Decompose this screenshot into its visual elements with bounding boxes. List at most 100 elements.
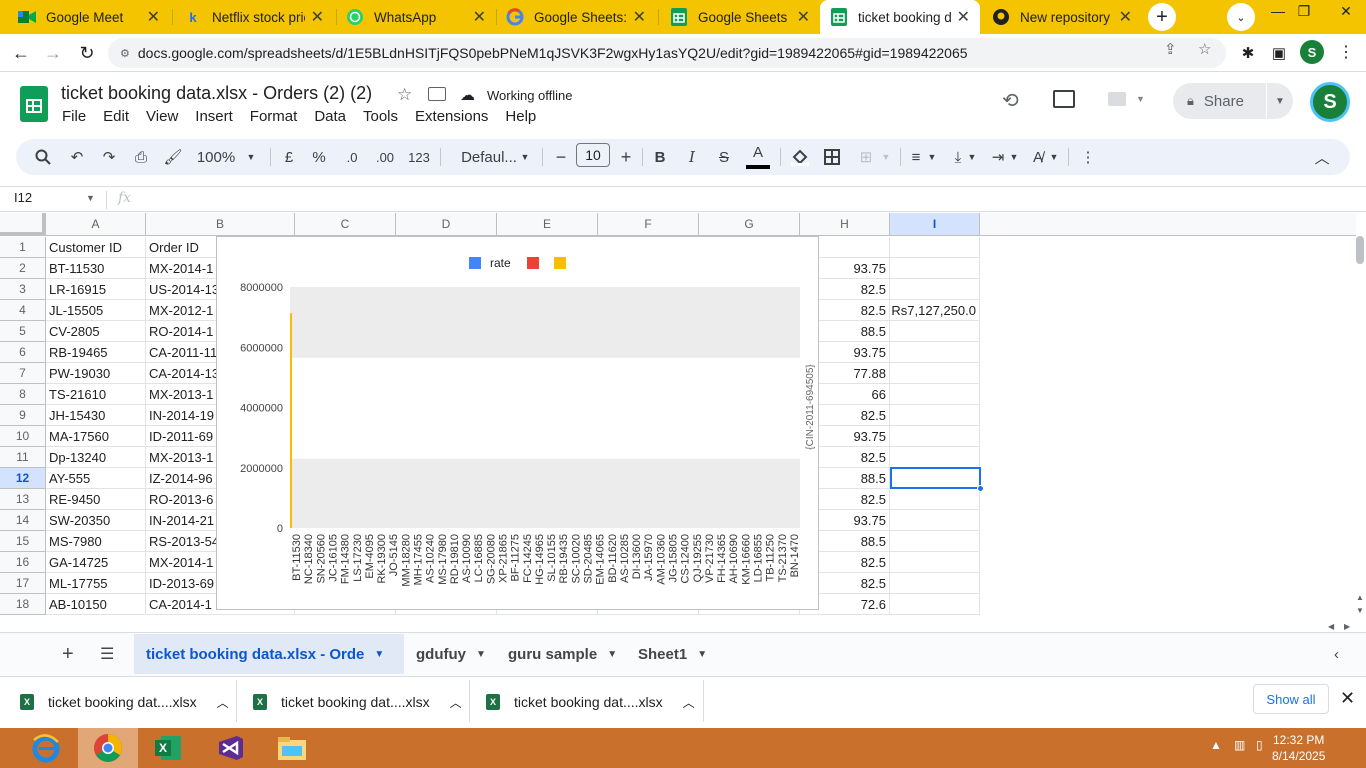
cell-i[interactable] bbox=[890, 489, 980, 510]
sheet-tab-caret-icon[interactable]: ▼ bbox=[607, 649, 617, 660]
text-color-button[interactable]: A bbox=[746, 139, 770, 169]
cell-i[interactable] bbox=[890, 321, 980, 342]
undo-icon[interactable]: ↶ bbox=[66, 139, 88, 175]
sheet-tab-caret-icon[interactable]: ▼ bbox=[374, 649, 384, 660]
column-header-i[interactable]: I bbox=[890, 213, 980, 236]
new-tab-button[interactable]: + bbox=[1148, 3, 1176, 31]
row-header[interactable]: 9 bbox=[0, 405, 46, 426]
wrap-caret-icon[interactable]: ▼ bbox=[1008, 139, 1020, 175]
name-box[interactable]: I12 bbox=[14, 190, 32, 205]
fill-color-icon[interactable] bbox=[790, 139, 810, 175]
cell-i[interactable] bbox=[890, 447, 980, 468]
browser-tab-netflix[interactable]: k Netflix stock price ✕ bbox=[174, 0, 334, 34]
cell-a[interactable]: BT-11530 bbox=[46, 258, 146, 279]
currency-format-button[interactable]: £ bbox=[281, 139, 297, 175]
row-header[interactable]: 16 bbox=[0, 552, 46, 573]
menu-tools[interactable]: Tools bbox=[363, 108, 398, 125]
forward-arrow-icon[interactable]: → bbox=[40, 40, 66, 66]
column-header-b[interactable]: B bbox=[146, 213, 295, 236]
merge-caret-icon[interactable]: ▼ bbox=[880, 139, 892, 175]
cell-i[interactable] bbox=[890, 531, 980, 552]
borders-icon[interactable] bbox=[822, 139, 842, 175]
merge-cells-icon[interactable]: ⊞ bbox=[856, 139, 876, 175]
embedded-chart[interactable]: rate 8000000 6000000 4000000 2000000 0 {CIN-20… bbox=[216, 236, 819, 610]
column-header-f[interactable]: F bbox=[598, 213, 699, 236]
column-header-e[interactable]: E bbox=[497, 213, 598, 236]
account-avatar[interactable]: S bbox=[1310, 82, 1350, 122]
font-size-decrease-icon[interactable]: − bbox=[553, 139, 569, 175]
excel-icon[interactable]: X bbox=[138, 728, 198, 768]
more-formats-button[interactable]: 123 bbox=[406, 139, 432, 175]
text-wrapping-icon[interactable]: ⇥ bbox=[988, 139, 1008, 175]
row-header[interactable]: 8 bbox=[0, 384, 46, 405]
halign-caret-icon[interactable]: ▼ bbox=[926, 139, 938, 175]
cell-a[interactable]: ML-17755 bbox=[46, 573, 146, 594]
cell-a[interactable]: RB-19465 bbox=[46, 342, 146, 363]
site-info-icon[interactable]: ⚙ bbox=[120, 47, 130, 60]
scroll-left-arrow-icon[interactable]: ◀ bbox=[1328, 622, 1334, 631]
valign-caret-icon[interactable]: ▼ bbox=[966, 139, 978, 175]
menu-insert[interactable]: Insert bbox=[195, 108, 233, 125]
share-caret-icon[interactable]: ▼ bbox=[1275, 96, 1285, 107]
row-header[interactable]: 2 bbox=[0, 258, 46, 279]
row-header[interactable]: 17 bbox=[0, 573, 46, 594]
browser-tab-google-meet[interactable]: Google Meet ✕ bbox=[8, 0, 170, 34]
download-item[interactable]: X ticket booking dat....xlsx ︿ bbox=[486, 686, 695, 718]
menu-view[interactable]: View bbox=[146, 108, 178, 125]
cell-a[interactable]: TS-21610 bbox=[46, 384, 146, 405]
row-header[interactable]: 10 bbox=[0, 426, 46, 447]
browser-profile-avatar[interactable]: S bbox=[1300, 40, 1324, 64]
network-icon[interactable]: ▥ bbox=[1234, 738, 1245, 752]
menu-help[interactable]: Help bbox=[505, 108, 536, 125]
close-tab-icon[interactable]: ✕ bbox=[797, 7, 810, 27]
bookmark-star-icon[interactable]: ☆ bbox=[1198, 40, 1211, 58]
offline-status[interactable]: Working offline bbox=[487, 88, 573, 103]
more-options-icon[interactable]: ⋮ bbox=[1080, 139, 1096, 175]
chevron-up-icon[interactable]: ︿ bbox=[217, 694, 229, 711]
cell-i[interactable] bbox=[890, 552, 980, 573]
close-tab-icon[interactable]: ✕ bbox=[633, 7, 646, 27]
meet-caret-icon[interactable]: ▼ bbox=[1136, 94, 1145, 104]
sheet-tab-sheet1[interactable]: Sheet1 ▼ bbox=[626, 634, 719, 674]
cell-i[interactable] bbox=[890, 363, 980, 384]
strikethrough-button[interactable]: S bbox=[716, 139, 732, 175]
close-download-shelf-icon[interactable]: ✕ bbox=[1340, 688, 1355, 709]
collapse-menus-icon[interactable]: ︿ bbox=[1312, 139, 1332, 175]
side-panel-icon[interactable]: ▣ bbox=[1268, 42, 1290, 64]
scroll-right-arrow-icon[interactable]: ▶ bbox=[1344, 622, 1350, 631]
cell-i[interactable] bbox=[890, 279, 980, 300]
vertical-scrollbar[interactable] bbox=[1356, 236, 1364, 264]
sheet-tab-caret-icon[interactable]: ▼ bbox=[697, 649, 707, 660]
font-family-select[interactable]: Defaul... bbox=[452, 139, 526, 175]
visual-studio-icon[interactable] bbox=[200, 728, 260, 768]
cell-a[interactable]: RE-9450 bbox=[46, 489, 146, 510]
show-all-downloads-button[interactable]: Show all bbox=[1253, 684, 1329, 714]
cell-a[interactable]: AY-555 bbox=[46, 468, 146, 489]
cell-i[interactable] bbox=[890, 237, 980, 258]
row-header[interactable]: 12 bbox=[0, 468, 46, 489]
row-header[interactable]: 3 bbox=[0, 279, 46, 300]
cell-a[interactable]: JL-15505 bbox=[46, 300, 146, 321]
select-all-corner[interactable] bbox=[0, 213, 46, 236]
cell-a[interactable]: LR-16915 bbox=[46, 279, 146, 300]
row-header[interactable]: 1 bbox=[0, 237, 46, 258]
sheets-logo-icon[interactable] bbox=[20, 86, 48, 122]
row-header[interactable]: 4 bbox=[0, 300, 46, 321]
text-rotation-icon[interactable]: A̸ bbox=[1028, 139, 1048, 175]
sheet-tab-caret-icon[interactable]: ▼ bbox=[476, 649, 486, 660]
close-tab-icon[interactable]: ✕ bbox=[147, 7, 160, 27]
comments-icon[interactable] bbox=[1053, 90, 1075, 108]
reload-icon[interactable]: ↻ bbox=[74, 40, 100, 66]
add-sheet-icon[interactable]: + bbox=[50, 634, 86, 674]
browser-tab-whatsapp[interactable]: WhatsApp ✕ bbox=[336, 0, 496, 34]
browser-tab-google-sheets-or[interactable]: Google Sheets: Or ✕ bbox=[496, 0, 656, 34]
cell-i[interactable] bbox=[890, 573, 980, 594]
share-page-icon[interactable]: ⇪ bbox=[1164, 40, 1177, 58]
tab-search-chevron-icon[interactable]: ⌄ bbox=[1227, 3, 1255, 31]
cell-a[interactable]: MA-17560 bbox=[46, 426, 146, 447]
menu-data[interactable]: Data bbox=[314, 108, 346, 125]
cell-a[interactable]: SW-20350 bbox=[46, 510, 146, 531]
browser-menu-icon[interactable]: ⋮ bbox=[1338, 42, 1354, 62]
search-menus-icon[interactable] bbox=[32, 139, 54, 175]
percent-format-button[interactable]: % bbox=[311, 139, 327, 175]
